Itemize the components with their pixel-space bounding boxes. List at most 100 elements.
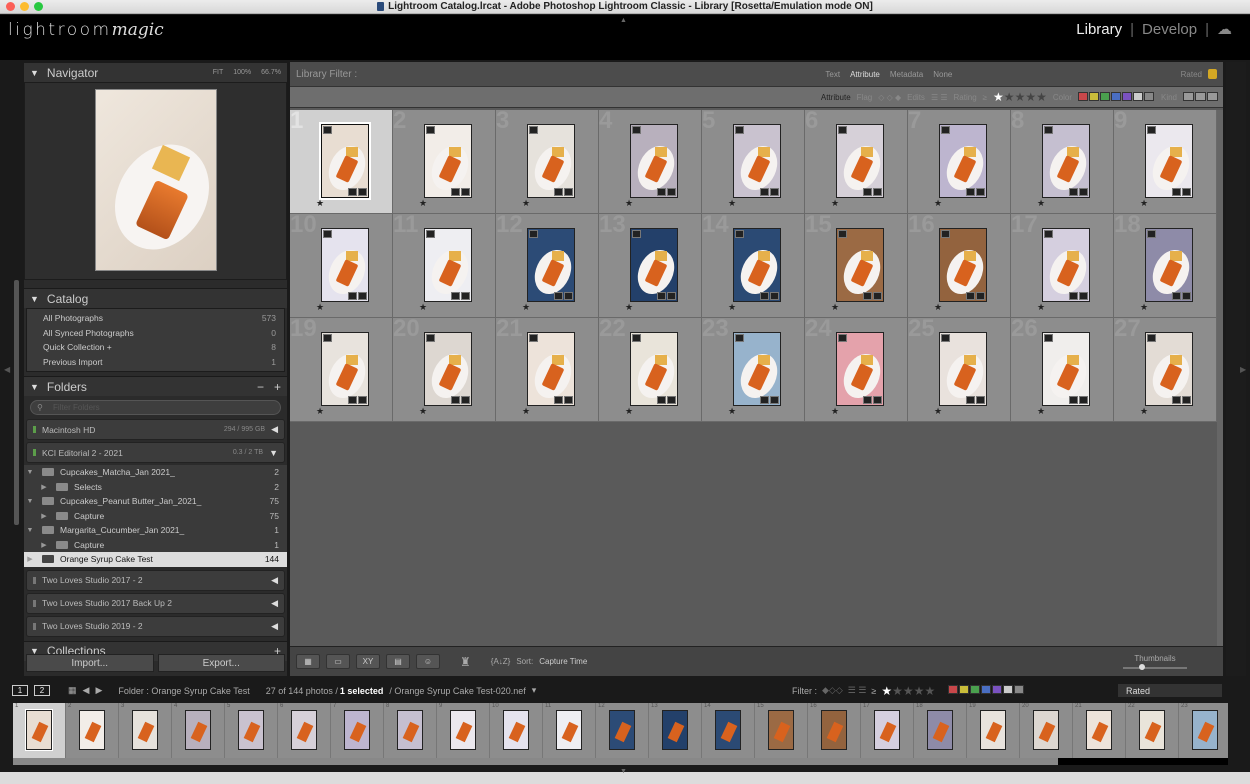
filmstrip-frame[interactable]: 13 [649,703,702,758]
rating-star-icon[interactable]: ★ [316,198,324,209]
filter-tab-text[interactable]: Text [825,70,840,79]
rating-star-icon[interactable]: ★ [316,406,324,417]
grid-cell[interactable]: 10 ★ [290,214,393,318]
dropdown-arrow-icon[interactable]: ▾ [532,685,537,696]
virtual-copy-badge-icon[interactable] [323,334,332,342]
photo-thumbnail[interactable] [321,332,369,406]
filmstrip-thumbnail[interactable] [1033,710,1059,750]
rating-star-icon[interactable]: ★ [728,302,736,313]
compare-view-button[interactable]: XY [356,654,380,669]
develop-badge-icon[interactable] [564,292,573,300]
primary-window-button[interactable]: 1 [12,685,28,696]
photo-thumbnail[interactable] [733,332,781,406]
crop-badge-icon[interactable] [451,292,460,300]
color-label-swatch[interactable] [992,685,1003,694]
develop-badge-icon[interactable] [976,188,985,196]
photo-thumbnail[interactable] [527,124,575,198]
rating-star-icon[interactable]: ★ [316,302,324,313]
color-label-swatch[interactable] [948,685,959,694]
photo-thumbnail[interactable] [1145,228,1193,302]
filmstrip-frame[interactable]: 7 [331,703,384,758]
crop-badge-icon[interactable] [1172,396,1181,404]
virtual-copy-badge-icon[interactable] [1147,230,1156,238]
filmstrip-frame[interactable]: 3 [119,703,172,758]
crop-badge-icon[interactable] [348,188,357,196]
virtual-copy-badge-icon[interactable] [529,230,538,238]
back-arrow-icon[interactable]: ◀ [83,685,90,696]
crop-badge-icon[interactable] [554,188,563,196]
filmstrip-frame[interactable]: 19 [967,703,1020,758]
photo-thumbnail[interactable] [836,124,884,198]
rating-star-icon[interactable]: ★ [934,406,942,417]
virtual-copy-badge-icon[interactable] [838,126,847,134]
photo-thumbnail[interactable] [321,228,369,302]
virtual-copy-badge-icon[interactable] [632,126,641,134]
virtual-copy-badge-icon[interactable] [632,334,641,342]
collapsed-arrow-icon[interactable]: ◀ [271,598,278,609]
photo-thumbnail[interactable] [733,228,781,302]
grid-cell[interactable]: 4 ★ [599,110,702,214]
filmstrip-scrollbar[interactable] [13,758,1228,765]
photo-thumbnail[interactable] [424,124,472,198]
grid-cell[interactable]: 15 ★ [805,214,908,318]
filmstrip-frame[interactable]: 18 [914,703,967,758]
color-label-swatch[interactable] [1143,91,1154,101]
zoom-window-button[interactable] [34,2,43,11]
filmstrip-frame[interactable]: 2 [66,703,119,758]
grid-cell[interactable]: 26 ★ [1011,318,1114,422]
rating-star-icon[interactable]: ★ [1037,302,1045,313]
export-button[interactable]: Export... [157,654,285,672]
crop-badge-icon[interactable] [451,396,460,404]
filmstrip-thumbnail[interactable] [1086,710,1112,750]
grid-cell[interactable]: 8 ★ [1011,110,1114,214]
photo-thumbnail[interactable] [1042,228,1090,302]
filmstrip-frame[interactable]: 22 [1126,703,1179,758]
develop-badge-icon[interactable] [461,292,470,300]
rating-star-icon[interactable]: ★ [625,302,633,313]
rating-star-icon[interactable]: ★ [831,406,839,417]
develop-badge-icon[interactable] [1182,396,1191,404]
grid-cell[interactable]: 2 ★ [393,110,496,214]
photo-thumbnail[interactable] [630,228,678,302]
grid-cell[interactable]: 25 ★ [908,318,1011,422]
grid-cell[interactable]: 7 ★ [908,110,1011,214]
catalog-header[interactable]: ▼ Catalog [24,288,287,308]
rating-star-icon[interactable]: ★ [522,302,530,313]
photo-thumbnail[interactable] [630,124,678,198]
filmstrip-thumbnail[interactable] [556,710,582,750]
grid-scrollbar[interactable] [1217,110,1223,650]
collapse-bottom-panel-icon[interactable]: ▼ [620,768,627,775]
virtual-copy-badge-icon[interactable] [426,334,435,342]
virtual-copy-badge-icon[interactable] [632,230,641,238]
zoom-66[interactable]: 66.7% [261,69,281,76]
color-label-swatch[interactable] [1088,91,1099,101]
filter-preset-dropdown[interactable]: Rated [1118,684,1222,697]
virtual-copy-badge-icon[interactable] [426,230,435,238]
grid-icon[interactable]: ▦ [68,685,77,696]
rating-star-icon[interactable]: ★ [522,406,530,417]
color-label-swatch[interactable] [1003,685,1014,694]
rating-star-icon[interactable]: ★ [419,302,427,313]
develop-badge-icon[interactable] [1079,292,1088,300]
filmstrip-frame[interactable]: 8 [384,703,437,758]
volume-kci-editorial[interactable]: KCI Editorial 2 - 2021 0.3 / 2 TB ▼ [26,442,285,463]
develop-badge-icon[interactable] [873,396,882,404]
cloud-icon[interactable]: ☁ [1217,20,1232,38]
develop-badge-icon[interactable] [873,292,882,300]
rating-filter[interactable]: ★★★★★ [993,90,1047,104]
filmstrip-thumbnail[interactable] [79,710,105,750]
virtual-copy-badge-icon[interactable] [323,126,332,134]
photo-thumbnail[interactable] [733,124,781,198]
catalog-item[interactable]: All Synced Photographs 0 [27,326,284,341]
sort-select[interactable]: Capture Time [539,657,587,666]
virtual-copy-badge-icon[interactable] [529,126,538,134]
crop-badge-icon[interactable] [863,396,872,404]
virtual-copy-badge-icon[interactable] [426,126,435,134]
photo-thumbnail[interactable] [319,122,371,200]
crop-badge-icon[interactable] [657,396,666,404]
catalog-item[interactable]: Previous Import 1 [27,355,284,370]
virtual-copy-badge-icon[interactable] [838,334,847,342]
grid-cell[interactable]: 9 ★ [1114,110,1217,214]
left-panel-scrollbar[interactable] [14,280,19,525]
volume-offline[interactable]: Two Loves Studio 2017 - 2 ◀ [26,569,285,591]
